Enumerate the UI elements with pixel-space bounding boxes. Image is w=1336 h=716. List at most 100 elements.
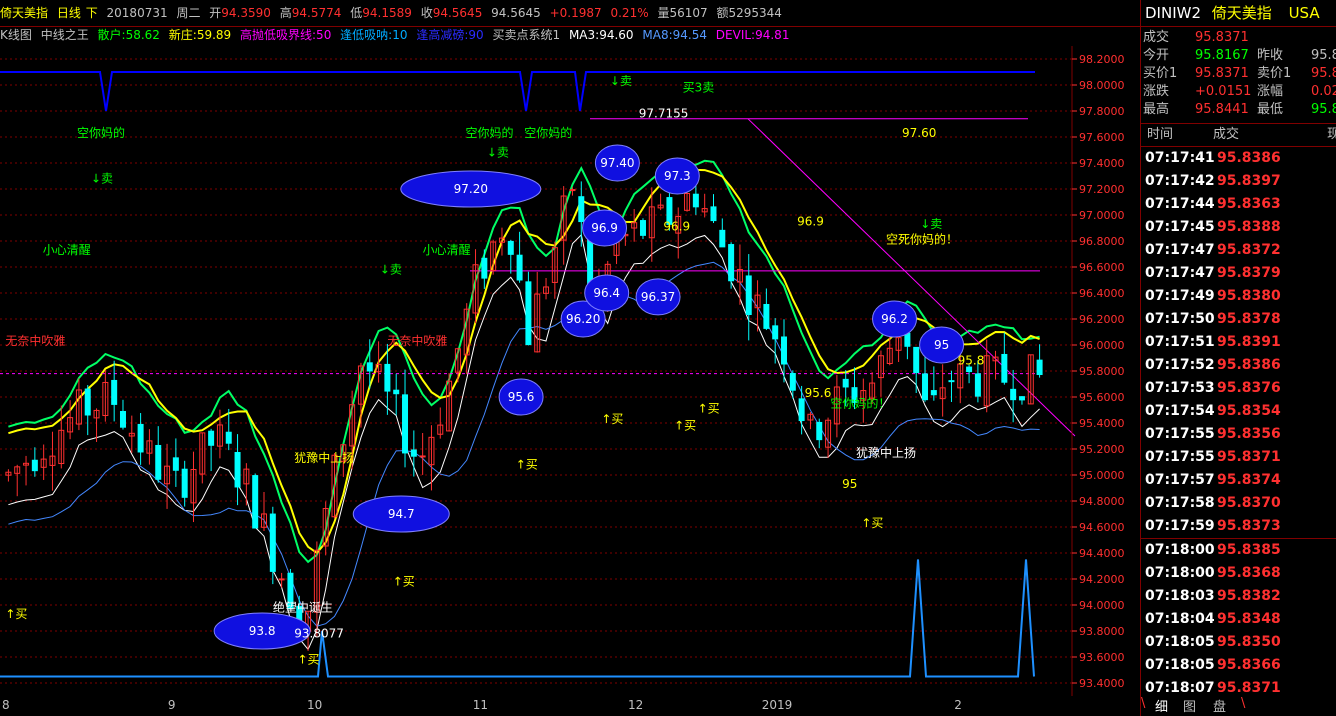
buy-signal: ↑买 xyxy=(393,575,415,589)
candle-body xyxy=(516,254,523,281)
indicator-7[interactable]: 买卖点系统1 xyxy=(492,26,560,44)
close-label: 收 xyxy=(420,6,433,20)
tick-row: 07:18:00 95.8385 xyxy=(1141,538,1336,562)
candle-body xyxy=(728,244,735,282)
tick-time: 07:17:45 xyxy=(1145,219,1215,235)
tick-price: 95.8386 xyxy=(1217,150,1281,166)
date-label: 20180731 xyxy=(106,6,168,20)
dealer-line xyxy=(8,168,1040,555)
amount-value: 5295344 xyxy=(728,6,782,20)
tick-row: 07:18:03 95.8382 xyxy=(1141,585,1336,608)
tick-time: 07:18:05 xyxy=(1145,634,1215,650)
tick-row: 07:17:45 95.8388 xyxy=(1141,216,1336,239)
buy-signal: ↑买 xyxy=(698,402,720,416)
candle-body xyxy=(1018,396,1025,401)
axis-tick-label: 95.2000 xyxy=(1079,443,1125,456)
tick-row: 07:17:54 95.8354 xyxy=(1141,400,1336,423)
tick-price: 95.8356 xyxy=(1217,426,1281,442)
indicator-2: 散户:58.62 xyxy=(97,28,160,42)
quote-row: 今开 95.8167 昨收 95.8 xyxy=(1141,47,1336,65)
quote-row: 成交 95.8371 xyxy=(1141,29,1336,47)
candle-body xyxy=(525,281,532,346)
candle-body xyxy=(966,366,973,373)
date-axis-label: 8 xyxy=(2,698,10,712)
axis-tick-label: 95.0000 xyxy=(1079,469,1125,482)
tick-price: 95.8388 xyxy=(1217,219,1281,235)
indicator-9: MA8:94.54 xyxy=(642,28,707,42)
last-value: 94.5645 xyxy=(491,6,541,20)
indicator-bar: K线图 中线之王 散户:58.62 新庄:59.89 高抛低吸界线:50 逢低吸… xyxy=(0,26,1140,46)
tick-time: 07:17:44 xyxy=(1145,196,1215,212)
tick-row: 07:17:49 95.8380 xyxy=(1141,285,1336,308)
annotation-text: 空你妈的 xyxy=(465,125,513,140)
candle-body xyxy=(974,373,981,397)
period-label[interactable]: 日线 xyxy=(57,0,81,26)
quote-table: 成交 95.8371 今开 95.8167 昨收 95.8 买价1 95.8371 卖价1 95.… xyxy=(1141,27,1336,123)
quote-value: 95.8 xyxy=(1311,48,1336,63)
axis-tick-label: 97.8000 xyxy=(1079,105,1125,118)
tick-price: 95.8363 xyxy=(1217,196,1281,212)
tick-price: 95.8379 xyxy=(1217,265,1281,281)
tick-price: 95.8386 xyxy=(1217,357,1281,373)
volume-value: 56107 xyxy=(669,6,708,20)
candle-body xyxy=(913,346,920,374)
quote-row: 买价1 95.8371 卖价1 95.8 xyxy=(1141,65,1336,83)
tick-row: 07:17:50 95.8378 xyxy=(1141,308,1336,331)
date-axis-label: 12 xyxy=(627,698,644,712)
tick-price: 95.8376 xyxy=(1217,380,1281,396)
retail-line xyxy=(8,159,1040,564)
quote-label: 成交 xyxy=(1143,30,1170,45)
axis-tick-label: 98.2000 xyxy=(1079,53,1125,66)
tick-price: 95.8378 xyxy=(1217,311,1281,327)
tick-time: 07:17:47 xyxy=(1145,242,1215,258)
quote-value: 95.8 xyxy=(1311,66,1336,81)
kline-chart[interactable]: 93.8 94.7 95.6 96.20 96.4 96.37 96.9 97.20 97.40… xyxy=(0,46,1140,696)
date-axis: 8 9 10 11 12 2019 2 xyxy=(0,696,1140,716)
tick-time: 07:18:04 xyxy=(1145,611,1215,627)
tick-price: 95.8385 xyxy=(1217,542,1281,558)
tab-0[interactable]: \ xyxy=(1141,696,1145,711)
ellipse-label: 96.37 xyxy=(641,290,675,304)
date-axis-label: 9 xyxy=(167,698,176,712)
indicator-5: 逢低吸呐:10 xyxy=(340,28,408,42)
tick-row: 07:17:52 95.8386 xyxy=(1141,354,1336,377)
tab-chart[interactable]: 图 xyxy=(1183,696,1196,715)
ticks-list[interactable]: 07:17:41 95.8386 07:17:42 95.8397 07:17:44 95… xyxy=(1141,147,1336,700)
candle-body xyxy=(225,431,232,444)
volume-group: 量56107 xyxy=(657,0,707,26)
candle-body xyxy=(507,240,514,255)
tick-time: 07:17:55 xyxy=(1145,426,1215,442)
candle-body xyxy=(569,189,576,192)
tick-price: 95.8350 xyxy=(1217,634,1281,650)
candle-body xyxy=(111,379,118,405)
tick-time: 07:17:41 xyxy=(1145,150,1215,166)
candle-body xyxy=(798,398,805,422)
tick-row: 07:17:55 95.8371 xyxy=(1141,446,1336,469)
axis-tick-label: 95.6000 xyxy=(1079,391,1125,404)
indicator-0[interactable]: K线图 xyxy=(0,26,32,44)
tick-price: 95.8366 xyxy=(1217,657,1281,673)
quote-label: 涨跌 xyxy=(1143,84,1170,99)
tick-price: 95.8354 xyxy=(1217,403,1281,419)
candle-body xyxy=(1001,353,1008,383)
candle-body xyxy=(1010,388,1017,401)
buy-signal: ↑买 xyxy=(297,653,319,667)
tab-detail[interactable]: 细 xyxy=(1155,696,1168,715)
buy-signal: ↑买 xyxy=(601,412,623,426)
axis-tick-label: 97.4000 xyxy=(1079,157,1125,170)
candle-body xyxy=(692,193,699,208)
annotation-text: 无奈中吹雅 xyxy=(5,333,65,348)
tab-4[interactable]: \ xyxy=(1241,696,1245,711)
axis-tick-label: 96.6000 xyxy=(1079,261,1125,274)
tab-board[interactable]: 盘 xyxy=(1213,696,1226,715)
tick-time: 07:17:59 xyxy=(1145,518,1215,534)
candle-body xyxy=(384,363,391,392)
tick-time: 07:17:58 xyxy=(1145,495,1215,511)
tick-price: 95.8348 xyxy=(1217,611,1281,627)
annotation-text: 犹豫中上扬 xyxy=(856,445,916,460)
candle-body xyxy=(710,206,717,222)
indicator-1[interactable]: 中线之王 xyxy=(41,26,89,44)
annotation-text: 无奈中吹雅 xyxy=(387,333,447,348)
ellipse-label: 96.9 xyxy=(591,221,618,235)
tick-time: 07:17:54 xyxy=(1145,403,1215,419)
